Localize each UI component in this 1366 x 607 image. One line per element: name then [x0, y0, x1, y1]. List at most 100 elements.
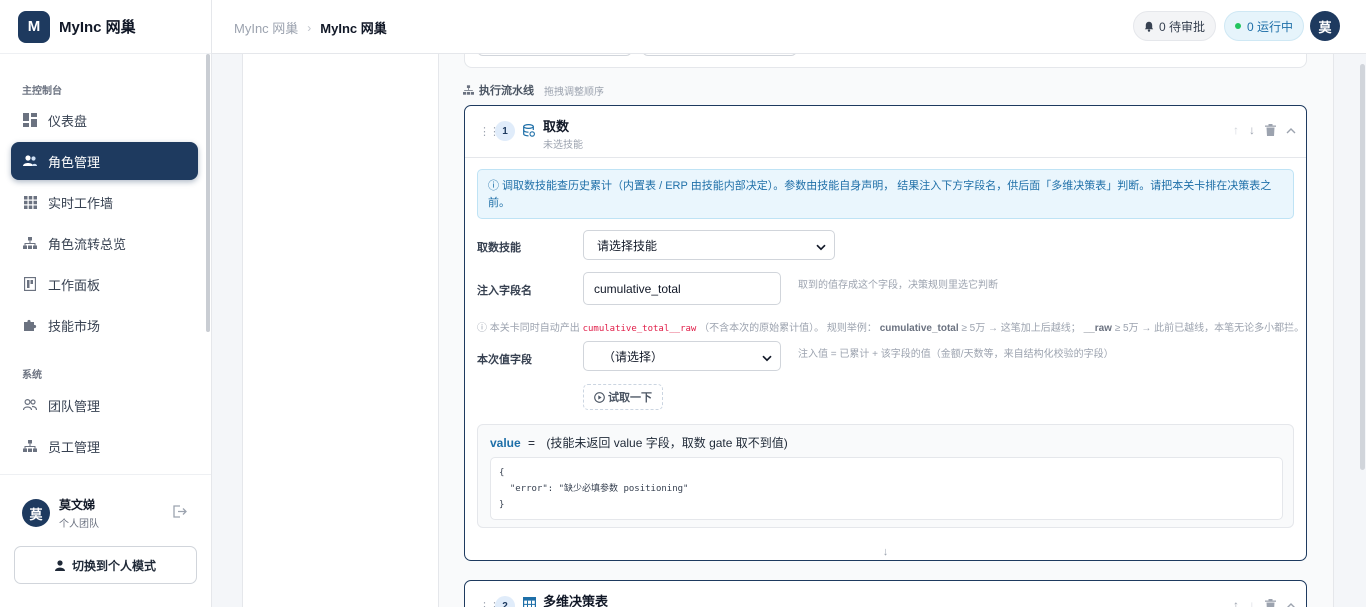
field-name-value: cumulative_total	[594, 281, 681, 296]
running-badge[interactable]: 0 运行中	[1224, 11, 1305, 41]
result-key: value	[490, 436, 521, 450]
flow-icon	[23, 236, 37, 250]
logout-icon[interactable]	[172, 505, 187, 521]
field-hint: 取到的值存成这个字段，决策规则里选它判断	[798, 280, 998, 291]
dashboard-icon	[23, 113, 37, 127]
user-box: 莫 莫文娣 个人团队 切换到个人模式	[0, 474, 211, 607]
table-icon	[523, 597, 537, 607]
arrow-up-icon[interactable]: ↑	[1233, 598, 1239, 607]
avatar[interactable]: 莫	[22, 499, 50, 527]
step-card: ⋮⋮ 2 多维决策表 ↑ ↓	[464, 580, 1307, 607]
try-fetch-label: 试取一下	[608, 392, 652, 404]
chevron-up-icon[interactable]	[1286, 127, 1296, 134]
arrow-down-icon: ↓	[882, 546, 889, 558]
breadcrumb: MyInc 网巢 › MyInc 网巢	[234, 18, 387, 37]
sidebar-item-team[interactable]: 团队管理	[11, 386, 198, 424]
step-card: ⋮⋮ 1 取数 未选技能 ↑ ↓ ⓘ 调取数技能查历史累计（内置表 / ERP …	[464, 105, 1307, 561]
sidebar-item-label: 团队管理	[48, 398, 101, 414]
skill-select-value: 请选择技能	[597, 238, 658, 253]
breadcrumb-current: MyInc 网巢	[320, 21, 387, 36]
step-number: 1	[495, 121, 515, 141]
sidebar-item-label: 工作面板	[48, 277, 101, 293]
sidebar-item-roles[interactable]: 角色管理	[11, 142, 198, 180]
step-actions: ↑ ↓	[1233, 123, 1296, 137]
section-label-main: 主控制台	[22, 86, 62, 97]
chevron-up-icon[interactable]	[1286, 602, 1296, 607]
brand-name: MyInc 网巢	[59, 19, 136, 36]
current-value-select[interactable]: （请选择）	[583, 341, 781, 371]
previous-input[interactable]	[477, 54, 632, 56]
info-box: ⓘ 调取数技能查历史累计（内置表 / ERP 由技能内部决定）。参数由技能自身声…	[477, 169, 1294, 219]
step-title: 取数	[543, 119, 570, 134]
arrow-down-icon[interactable]: ↓	[1249, 123, 1255, 137]
page-scrollbar[interactable]	[1360, 64, 1365, 470]
user-name: 莫文娣	[59, 498, 96, 512]
step-card-header[interactable]: ⋮⋮ 2 多维决策表 ↑ ↓	[465, 581, 1306, 607]
sidebar-item-staff[interactable]: 员工管理	[11, 427, 198, 465]
running-label: 0 运行中	[1247, 19, 1294, 34]
avatar[interactable]: 莫	[1310, 11, 1340, 41]
sidebar-item-label: 角色管理	[48, 154, 101, 170]
panel-icon	[23, 277, 37, 291]
grid-icon	[23, 195, 37, 209]
note-bold-field: cumulative_total	[879, 323, 959, 334]
step-subtitle: 未选技能	[543, 140, 583, 151]
chevron-down-icon	[762, 351, 772, 365]
note-middle: （不含本次的原始累计值）。 规则举例：	[699, 323, 877, 334]
brand[interactable]: M MyInc 网巢	[0, 0, 211, 54]
sidebar-item-label: 仪表盘	[48, 113, 88, 129]
arrow-up-icon[interactable]: ↑	[1233, 123, 1239, 137]
user-team: 个人团队	[59, 519, 99, 530]
result-box: value = (技能未返回 value 字段，取数 gate 取不到值) { …	[477, 424, 1294, 528]
chevron-down-icon	[816, 240, 826, 254]
sidebar-item-flow-overview[interactable]: 角色流转总览	[11, 224, 198, 262]
play-icon	[594, 391, 605, 403]
arrow-down-icon[interactable]: ↓	[1249, 598, 1255, 607]
status-dot	[1235, 23, 1241, 29]
current-value-hint: 注入值 = 已累计 + 该字段的值（金额/天数等，来自结构化校验的字段）	[798, 349, 1114, 360]
team-icon	[23, 398, 37, 412]
note-end: ≥ 5万 → 此前已越线，本笔无论多小都拦。	[1111, 323, 1305, 334]
database-icon	[523, 124, 535, 140]
section-label-system: 系统	[22, 370, 42, 381]
approvals-badge[interactable]: 0 待审批	[1133, 11, 1217, 41]
switch-mode-button[interactable]: 切换到个人模式	[14, 546, 197, 584]
field-name-input[interactable]: cumulative_total	[583, 272, 781, 305]
switch-mode-label: 切换到个人模式	[71, 558, 156, 573]
sidebar-item-skill-market[interactable]: 技能市场	[11, 306, 198, 344]
result-code: { "error": "缺少必填参数 positioning" }	[490, 457, 1283, 520]
sidebar: M MyInc 网巢 主控制台 仪表盘 角色管理 实时工作墙 角色流转总览 工作…	[0, 0, 212, 607]
sidebar-scrollbar[interactable]	[206, 54, 210, 332]
previous-input[interactable]	[642, 54, 797, 56]
users-icon	[23, 154, 37, 168]
current-value-label: 本次值字段	[477, 354, 532, 366]
result-equals: =	[528, 436, 536, 450]
bell-icon	[1144, 21, 1154, 32]
result-line: value = (技能未返回 value 字段，取数 gate 取不到值)	[490, 434, 788, 451]
previous-card	[464, 54, 1307, 68]
field-label: 注入字段名	[477, 285, 532, 297]
step-card-header[interactable]: ⋮⋮ 1 取数 未选技能 ↑ ↓	[465, 106, 1306, 158]
sidebar-item-live-wall[interactable]: 实时工作墙	[11, 183, 198, 221]
note-middle-2: ≥ 5万 → 这笔加上后越线；	[958, 323, 1081, 334]
pipeline-title: 执行流水线	[479, 85, 534, 97]
sidebar-item-label: 角色流转总览	[48, 236, 127, 252]
trash-icon[interactable]	[1265, 599, 1276, 607]
approvals-label: 0 待审批	[1159, 19, 1206, 34]
puzzle-icon	[23, 318, 37, 332]
current-value-select-value: （请选择）	[603, 349, 664, 364]
brand-logo: M	[18, 10, 50, 43]
flow-icon	[463, 85, 474, 95]
breadcrumb-root[interactable]: MyInc 网巢	[234, 18, 298, 37]
try-fetch-button[interactable]: 试取一下	[583, 384, 663, 410]
skill-select[interactable]: 请选择技能	[583, 230, 835, 260]
pipeline-header: 执行流水线 拖拽调整顺序	[463, 82, 604, 98]
sidebar-item-work-panel[interactable]: 工作面板	[11, 265, 198, 303]
note-code: cumulative_total__raw	[582, 324, 697, 334]
person-icon	[54, 559, 65, 571]
chevron-right-icon: ›	[307, 20, 312, 35]
sidebar-item-dashboard[interactable]: 仪表盘	[11, 101, 198, 139]
trash-icon[interactable]	[1265, 124, 1276, 136]
skill-label: 取数技能	[477, 242, 521, 254]
pipeline-hint: 拖拽调整顺序	[544, 86, 604, 98]
